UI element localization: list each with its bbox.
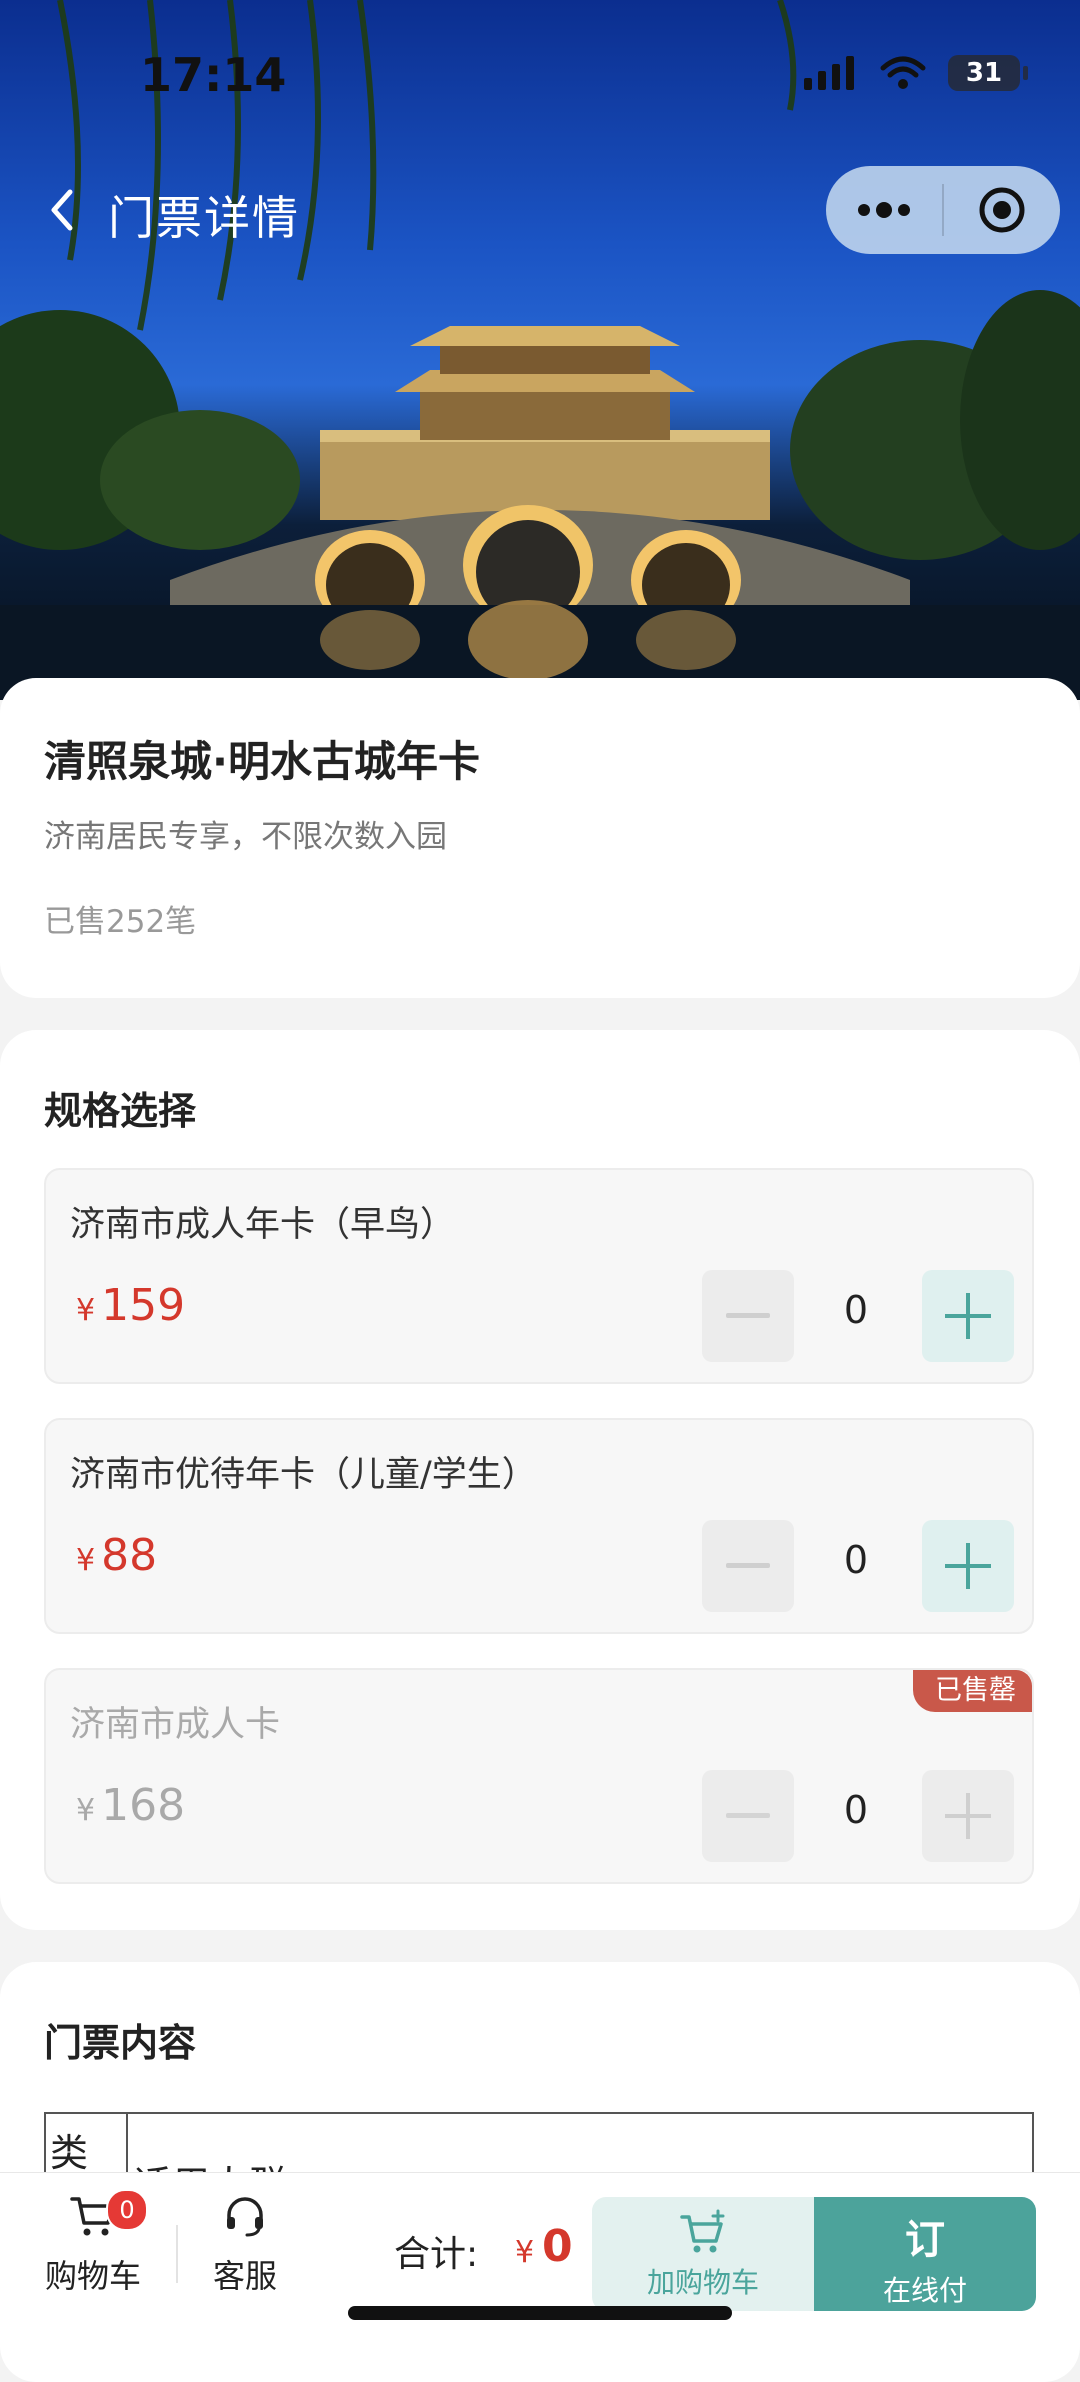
order-label: 订 [905,2217,945,2263]
miniprogram-capsule [826,166,1060,254]
customer-service-button[interactable]: 客服 [180,2195,310,2297]
total-amount: 0 [542,2221,573,2272]
quantity-value: 0 [843,1538,869,1582]
add-to-cart-button[interactable]: 加购物车 [592,2197,814,2311]
currency-symbol: ¥ [76,1293,96,1328]
spec-card: 规格选择 济南市成人年卡（早鸟） ¥159 0 济南市优待年卡（儿童/学生） ¥… [0,1030,1080,1930]
price-value: 168 [101,1780,186,1831]
table-cell-text: 类 [50,2131,89,2175]
plus-icon [945,1543,991,1589]
option-name: 济南市优待年卡（儿童/学生） [70,1455,537,1495]
quantity-value: 0 [843,1288,869,1332]
status-bar: 17:14 31 [0,0,1080,150]
signal-icon [804,56,854,90]
nav-bar: 门票详情 [0,160,1080,260]
status-time: 17:14 [140,48,287,102]
spec-option[interactable]: 济南市成人年卡（早鸟） ¥159 0 [44,1168,1034,1384]
service-label: 客服 [212,2257,277,2295]
product-subtitle: 济南居民专享，不限次数入园 [44,819,447,855]
hero-image: 17:14 31 门票详情 [0,0,1080,700]
spec-option[interactable]: 济南市优待年卡（儿童/学生） ¥88 0 [44,1418,1034,1634]
total-currency: ¥ [515,2235,535,2270]
increase-button[interactable] [922,1520,1014,1612]
option-price: ¥159 [76,1280,185,1331]
back-icon[interactable] [40,182,90,238]
minus-icon [726,1813,770,1818]
spec-section-title: 规格选择 [44,1089,197,1133]
increase-button [922,1770,1014,1862]
content-section-title: 门票内容 [44,2021,197,2065]
minus-icon [726,1563,770,1568]
sold-count: 已售252笔 [44,904,197,940]
target-icon [979,187,1025,233]
minus-icon [726,1313,770,1318]
wifi-icon [880,56,926,89]
cart-label: 购物车 [44,2257,141,2295]
spec-option-sold-out: 已售罄 济南市成人卡 ¥168 0 [44,1668,1034,1884]
decrease-button[interactable] [702,1270,794,1362]
option-price: ¥168 [76,1780,185,1831]
option-price: ¥88 [76,1530,157,1581]
add-to-cart-label: 加购物车 [646,2266,759,2299]
page-title: 门票详情 [108,191,300,245]
product-title: 清照泉城·明水古城年卡 [44,737,480,786]
bottom-divider [176,2225,178,2283]
currency-symbol: ¥ [76,1793,96,1828]
decrease-button [702,1770,794,1862]
cart-button[interactable]: 0 购物车 [28,2189,158,2297]
status-icons: 31 [804,55,1028,91]
price-value: 88 [101,1530,158,1581]
more-button[interactable] [826,166,942,254]
sold-out-badge: 已售罄 [913,1670,1032,1712]
total-label: 合计: [394,2234,479,2275]
more-icon [858,202,910,218]
plus-icon [945,1793,991,1839]
home-indicator [348,2306,732,2320]
order-pay-button[interactable]: 订 在线付 [814,2197,1036,2311]
option-name: 济南市成人年卡（早鸟） [70,1205,456,1245]
pay-online-label: 在线付 [882,2274,967,2307]
cart-plus-icon [680,2209,725,2253]
headset-icon [227,2197,263,2237]
increase-button[interactable] [922,1270,1014,1362]
price-value: 159 [101,1280,186,1331]
option-name: 济南市成人卡 [70,1705,281,1745]
currency-symbol: ¥ [76,1543,96,1578]
cart-count-badge: 0 [106,2189,148,2231]
quantity-value: 0 [843,1788,869,1832]
plus-icon [945,1293,991,1339]
product-info-card: 清照泉城·明水古城年卡 济南居民专享，不限次数入园 已售252笔 [0,678,1080,998]
close-miniprogram-button[interactable] [944,166,1060,254]
battery-icon: 31 [948,55,1028,91]
decrease-button[interactable] [702,1520,794,1612]
